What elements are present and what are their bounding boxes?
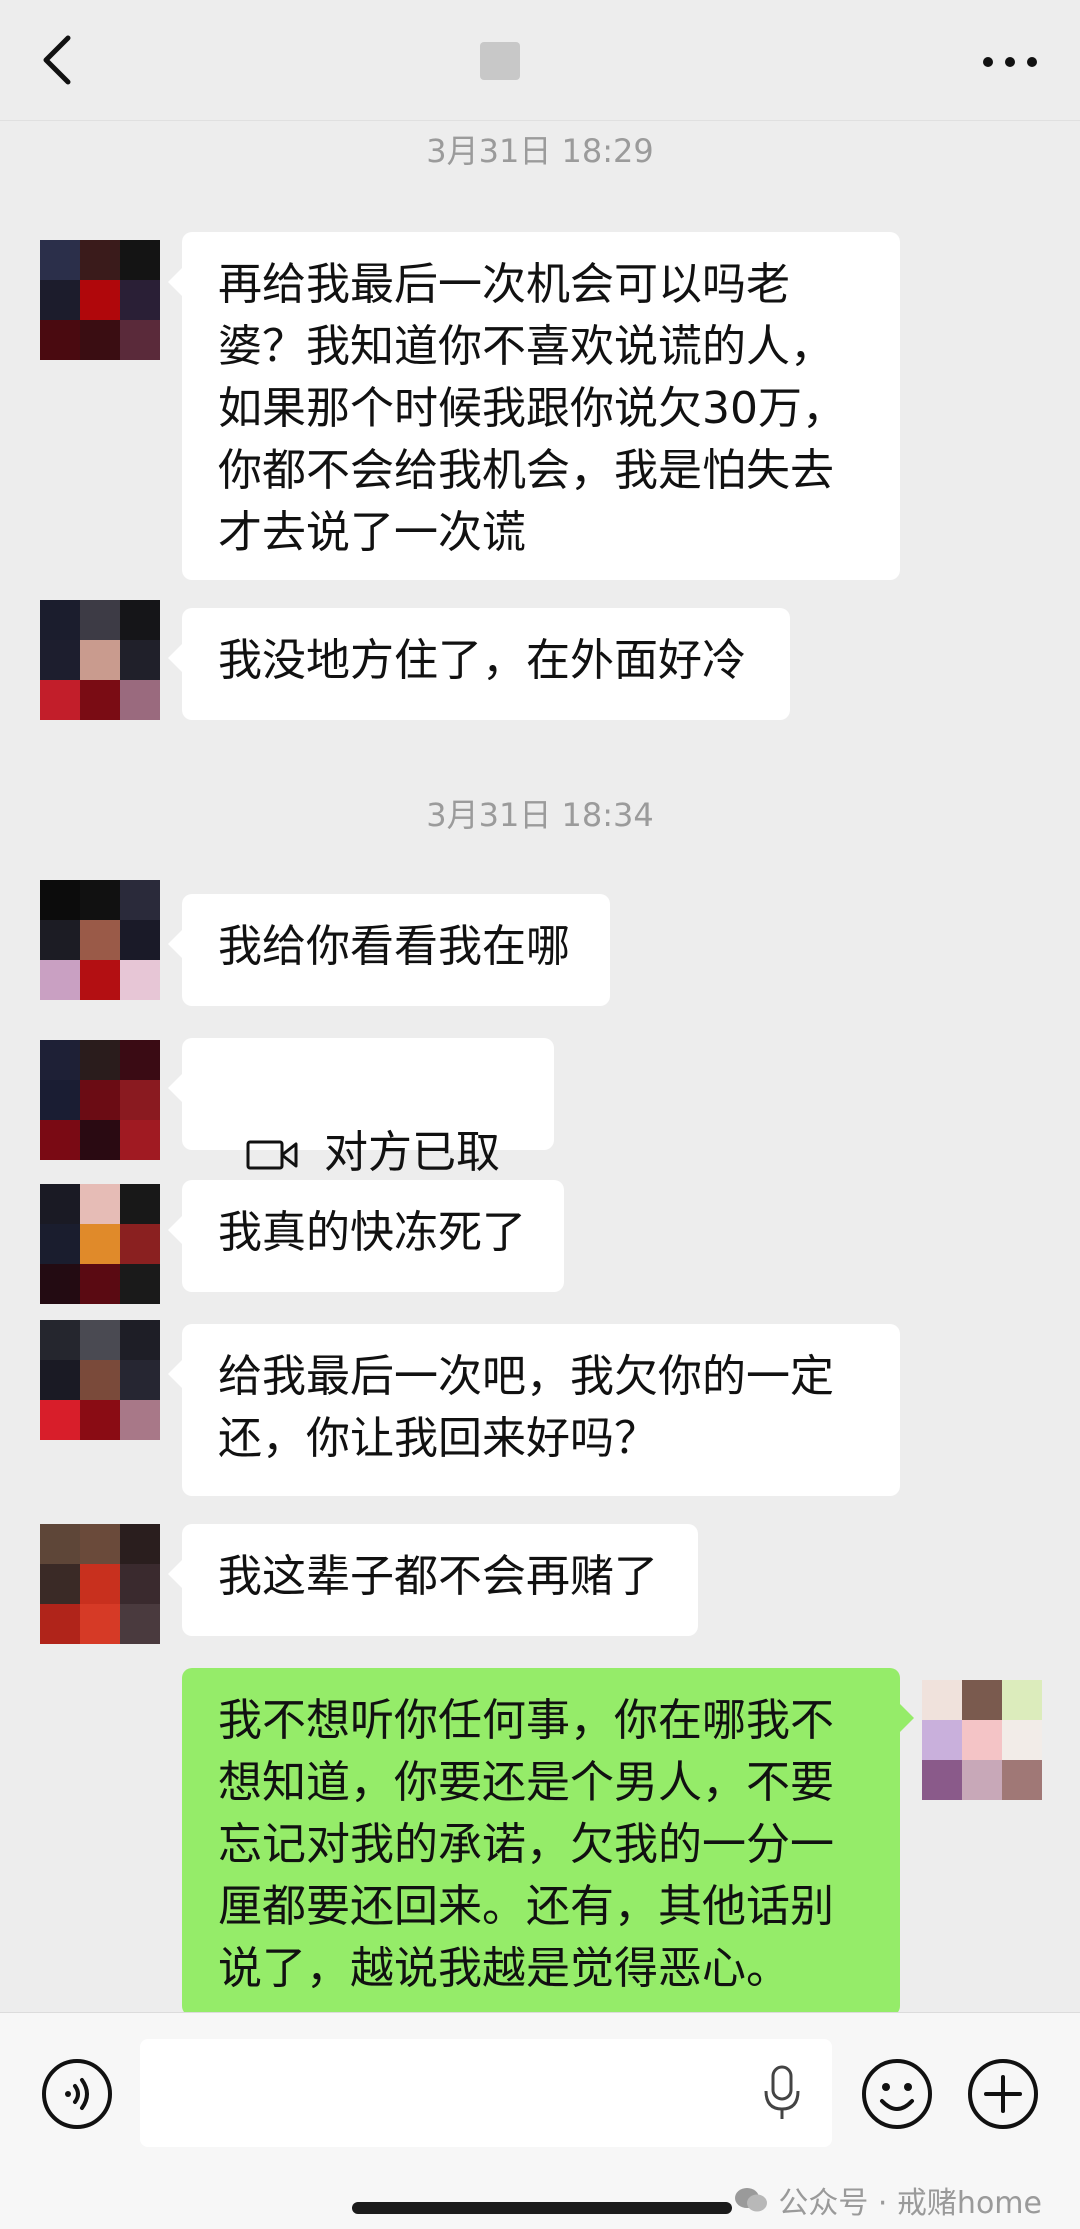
watermark: 公众号 · 戒赌home [734,2178,1042,2222]
chat-header [0,0,1080,121]
avatar[interactable] [40,600,160,720]
voice-icon[interactable] [40,2057,114,2131]
video-call-message[interactable]: 对方已取消 [168,1038,554,1240]
watermark-text: 公众号 · 戒赌home [778,2186,1042,2221]
message-bubble[interactable]: 再给我最后一次机会可以吗老 婆？我知道你不喜欢说谎的人， 如果那个时候我跟你说欠… [168,232,900,580]
emoji-icon[interactable] [860,2057,934,2131]
wechat-logo-icon [735,2188,768,2212]
avatar[interactable] [40,1040,160,1160]
avatar[interactable] [40,880,160,1000]
video-call-icon [246,1140,298,1170]
chat-title-placeholder [480,42,520,80]
microphone-icon[interactable] [762,2065,802,2121]
avatar[interactable] [40,240,160,360]
message-bubble[interactable]: 给我最后一次吧，我欠你的一定 还，你让我回来好吗？ [168,1324,900,1496]
home-indicator[interactable] [352,2202,732,2214]
message-bubble[interactable]: 我没地方住了，在外面好冷 [168,608,790,720]
my-message-bubble[interactable]: 我不想听你任何事，你在哪我不 想知道，你要还是个男人，不要 忘记对我的承诺，欠我… [182,1668,914,2016]
plus-icon[interactable] [966,2057,1040,2131]
message-bubble[interactable]: 我这辈子都不会再赌了 [168,1524,698,1636]
avatar[interactable] [40,1320,160,1440]
message-bubble[interactable]: 我给你看看我在哪 [168,894,610,1006]
avatar[interactable] [40,1184,160,1304]
message-bubble[interactable]: 我真的快冻死了 [168,1180,564,1292]
timestamp: 3月31日 18:34 [426,796,654,834]
more-dots-icon[interactable] [980,40,1040,80]
timestamp: 3月31日 18:29 [426,132,654,170]
message-input[interactable] [140,2039,832,2147]
avatar[interactable] [40,1524,160,1644]
my-avatar[interactable] [922,1680,1042,1800]
chevron-left-icon[interactable] [28,30,88,90]
